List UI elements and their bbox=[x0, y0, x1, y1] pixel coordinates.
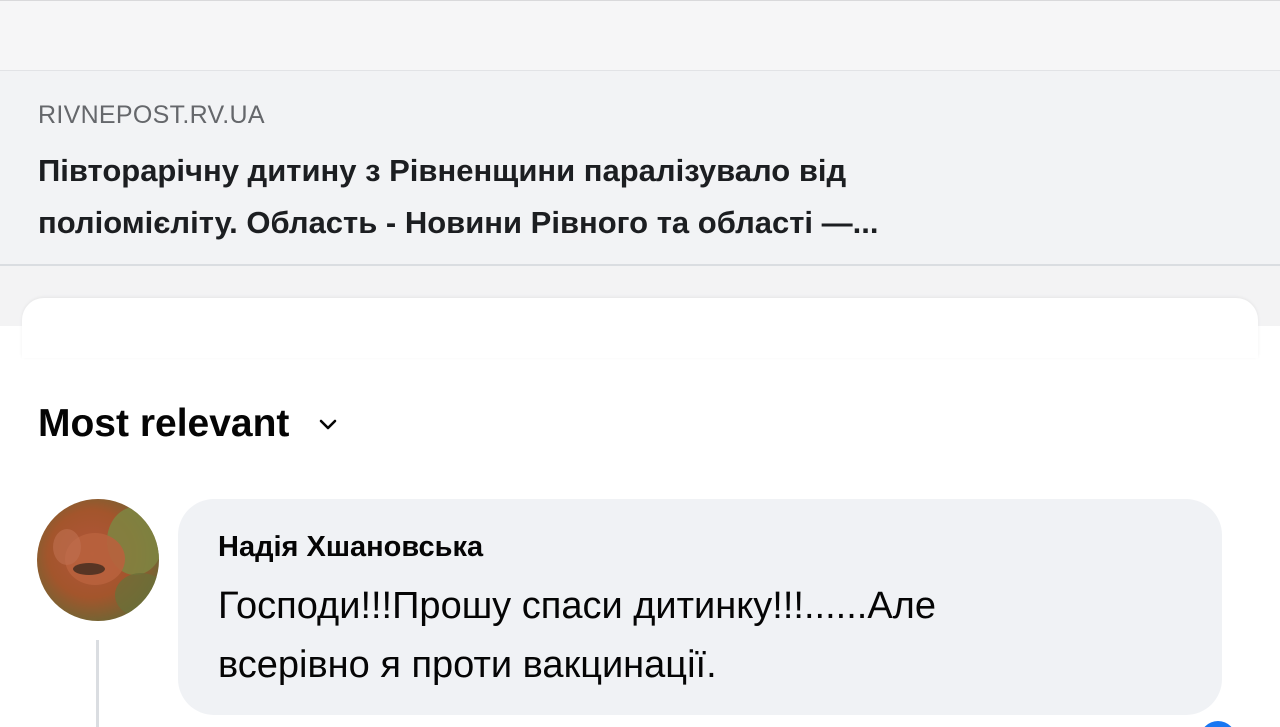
link-title[interactable]: Півторарічну дитину з Рівненщини параліз… bbox=[38, 145, 1248, 249]
post-top-area bbox=[0, 0, 1280, 70]
reply-thread-line bbox=[96, 640, 99, 727]
comment-sort-selector[interactable]: Most relevant bbox=[38, 402, 339, 446]
comment-text-line-2: всерівно я проти вакцинації. bbox=[218, 644, 717, 686]
avatar[interactable] bbox=[37, 499, 159, 621]
link-title-line-2: поліомієліту. Область - Новини Рівного т… bbox=[38, 205, 879, 240]
comment-text-line-1: Господи!!!Прошу спаси дитинку!!!......Ал… bbox=[218, 585, 936, 627]
sort-label: Most relevant bbox=[38, 402, 290, 445]
comment-text: Господи!!!Прошу спаси дитинку!!!......Ал… bbox=[218, 577, 1182, 695]
link-title-line-1: Півторарічну дитину з Рівненщини параліз… bbox=[38, 153, 847, 188]
comment-author-name[interactable]: Надія Хшановська bbox=[218, 525, 1182, 569]
reaction-icon[interactable] bbox=[1196, 715, 1236, 727]
comments-panel-top bbox=[22, 298, 1258, 358]
chevron-down-icon bbox=[317, 413, 339, 435]
facebook-post-comments-view: RIVNEPOST.RV.UA Півторарічну дитину з Рі… bbox=[0, 0, 1280, 727]
comment-bubble[interactable]: Надія Хшановська Господи!!!Прошу спаси д… bbox=[178, 499, 1222, 715]
link-domain: RIVNEPOST.RV.UA bbox=[38, 101, 265, 129]
link-preview-card[interactable]: RIVNEPOST.RV.UA Півторарічну дитину з Рі… bbox=[0, 70, 1280, 266]
